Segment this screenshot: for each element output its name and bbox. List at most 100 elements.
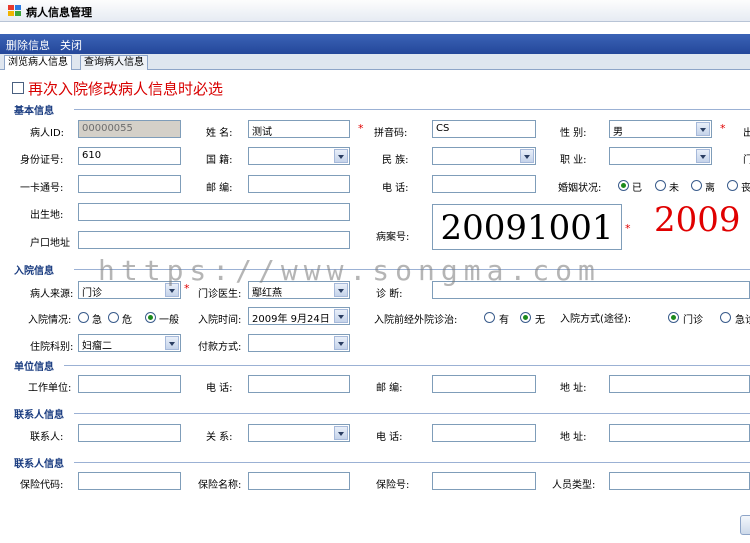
required-star: * [358,122,364,135]
pinyin-field[interactable]: CS [432,120,536,138]
admit-time-picker[interactable]: 2009年 9月24日 [248,307,350,325]
marital-radio-2[interactable] [691,180,702,191]
marital-radio-3[interactable] [727,180,738,191]
marital-radio-1[interactable] [655,180,666,191]
marital-option-0: 已 [632,183,642,194]
person-type-label: 人员类型: [552,480,596,491]
corner-button[interactable] [740,515,750,535]
patient-id-label: 病人ID: [30,128,65,139]
prior-radio-0[interactable] [484,312,495,323]
work-unit-field[interactable] [78,375,181,393]
chevron-down-icon[interactable] [334,426,348,440]
insurance-name-field[interactable] [248,472,350,490]
delete-menu-item[interactable]: 删除信息 [6,37,50,53]
name-field[interactable]: 测试 [248,120,350,138]
tab-browse-patient[interactable]: 浏览病人信息 [4,55,72,70]
section-divider [74,462,750,463]
card-field[interactable] [78,175,181,193]
source-value: 门诊 [82,288,102,299]
menu-bar: 删除信息 关闭 [0,34,750,54]
dept-value: 妇瘤二 [82,341,112,352]
record-no-field[interactable]: 20091001 [432,204,622,250]
person-type-field[interactable] [609,472,750,490]
chevron-down-icon[interactable] [696,149,710,163]
card-label: 一卡通号: [20,183,64,194]
way-radio-0[interactable] [668,312,679,323]
admit-way-label: 入院方式(途径): [560,314,632,325]
name-label: 姓 名: [206,128,233,139]
job-label: 职 业: [560,155,587,166]
work-phone-field[interactable] [248,375,350,393]
required-star: * [625,222,631,235]
marital-option-3: 丧 [741,183,750,194]
prior-option-0: 有 [499,315,509,326]
admit-time-value: 2009年 9月24日 [252,314,330,325]
source-label: 病人来源: [30,289,74,300]
work-addr-field[interactable] [609,375,750,393]
birth-label-cut: 出 [743,128,750,139]
chevron-down-icon[interactable] [334,336,348,350]
doctor-value: 鄢红燕 [252,288,282,299]
condition-radio-0[interactable] [78,312,89,323]
chevron-down-icon[interactable] [165,336,179,350]
hukou-field[interactable] [78,231,350,249]
insurance-code-field[interactable] [78,472,181,490]
condition-radio-1[interactable] [108,312,119,323]
marital-label: 婚姻状况: [558,183,602,194]
phone-field[interactable] [432,175,536,193]
chevron-down-icon[interactable] [520,149,534,163]
insurance-name-label: 保险名称: [198,480,242,491]
prior-option-1: 无 [535,315,545,326]
insurance-no-field[interactable] [432,472,536,490]
condition-option-2: 一般 [159,315,179,326]
required-star: * [720,122,726,135]
relation-label: 关 系: [206,432,233,443]
nation-select[interactable] [248,147,350,165]
gender-label: 性 别: [560,128,587,139]
condition-radio-2[interactable] [145,312,156,323]
tab-query-patient[interactable]: 查询病人信息 [80,55,148,70]
relation-select[interactable] [248,424,350,442]
way-radio-1[interactable] [720,312,731,323]
idcard-field[interactable]: 610 [78,147,181,165]
payment-select[interactable] [248,334,350,352]
contact-addr-field[interactable] [609,424,750,442]
contact-phone-field[interactable] [432,424,536,442]
prior-radio-1[interactable] [520,312,531,323]
gender-select[interactable]: 男 [609,120,712,138]
diagnosis-label: 诊 断: [376,289,403,300]
work-zip-field[interactable] [432,375,536,393]
contact-person-field[interactable] [78,424,181,442]
birthplace-label: 出生地: [30,210,64,221]
readmit-checkbox[interactable] [12,82,24,94]
birthplace-field[interactable] [78,203,350,221]
payment-label: 付款方式: [198,342,242,353]
chevron-down-icon[interactable] [334,309,348,323]
right-label-cut: 门 [743,155,750,166]
patient-id-field: 00000055 [78,120,181,138]
work-phone-label: 电 话: [206,383,233,394]
contact-addr-label: 地 址: [560,432,587,443]
job-select[interactable] [609,147,712,165]
toolbar-gap [0,22,750,34]
dept-label: 住院科别: [30,342,74,353]
chevron-down-icon[interactable] [696,122,710,136]
zip-field[interactable] [248,175,350,193]
hukou-label: 户口地址 [30,238,70,249]
app-logo-icon [8,5,22,17]
marital-radio-0[interactable] [618,180,629,191]
zip-label: 邮 编: [206,183,233,194]
chevron-down-icon[interactable] [334,149,348,163]
contact-person-label: 联系人: [30,432,64,443]
condition-label: 入院情况: [28,315,72,326]
watermark-text: https://www.songma.com [98,254,601,287]
record-no-display: 2009 [654,200,741,240]
ethnic-label: 民 族: [382,155,409,166]
way-option-0: 门诊 [683,315,703,326]
dept-select[interactable]: 妇瘤二 [78,334,181,352]
close-menu-item[interactable]: 关闭 [60,37,82,53]
ethnic-select[interactable] [432,147,536,165]
insurance-code-label: 保险代码: [20,480,64,491]
section-insurance-title: 联系人信息 [14,459,64,470]
work-unit-label: 工作单位: [28,383,72,394]
